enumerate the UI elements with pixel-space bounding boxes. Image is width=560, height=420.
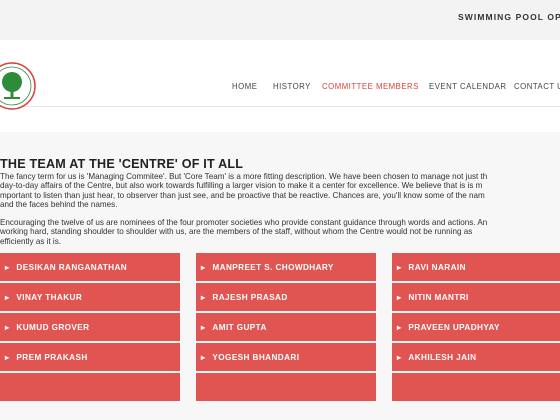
member-name: MANPREET S. CHOWDHARY — [212, 262, 334, 272]
member-tile[interactable]: ▸ PREM PRAKASH — [0, 343, 180, 371]
staff-line: Encouraging the twelve of us are nominee… — [0, 218, 488, 227]
nav-home[interactable]: HOME — [232, 82, 273, 91]
member-name: RAJESH PRASAD — [212, 292, 288, 302]
member-name: PRAVEEN UPADHYAY — [408, 322, 500, 332]
arrow-right-icon: ▸ — [5, 352, 10, 362]
arrow-right-icon: ▸ — [5, 292, 10, 302]
member-tile[interactable]: ▸ NITIN MANTRI — [392, 283, 560, 311]
nav-history[interactable]: HISTORY — [273, 82, 322, 91]
member-tile[interactable]: ▸ RAJESH PRASAD — [196, 283, 376, 311]
arrow-right-icon: ▸ — [201, 352, 206, 362]
member-tile-partial[interactable] — [196, 373, 376, 401]
member-name: KUMUD GROVER — [16, 322, 90, 332]
member-tile[interactable]: ▸ AKHILESH JAIN — [392, 343, 560, 371]
member-name: AKHILESH JAIN — [408, 352, 477, 362]
intro-line: and the faces behind the names. — [0, 200, 118, 210]
member-tile[interactable]: ▸ AMIT GUPTA — [196, 313, 376, 341]
member-tile[interactable]: ▸ YOGESH BHANDARI — [196, 343, 376, 371]
member-tile[interactable]: ▸ PRAVEEN UPADHYAY — [392, 313, 560, 341]
staff-line: efficiently as it is. — [0, 236, 62, 246]
staff-line: working hard, standing shoulder to shoul… — [0, 227, 473, 237]
intro-line: The fancy term for us is 'Managing Commi… — [0, 172, 488, 181]
member-tile-partial[interactable] — [0, 373, 180, 401]
page-heading: THE TEAM AT THE 'CENTRE' OF IT ALL — [0, 157, 244, 171]
arrow-right-icon: ▸ — [201, 322, 206, 332]
nav-event-calendar[interactable]: EVENT CALENDAR — [429, 82, 514, 91]
arrow-right-icon: ▸ — [201, 292, 206, 302]
member-tile[interactable]: ▸ KUMUD GROVER — [0, 313, 180, 341]
intro-paragraph: The fancy term for us is 'Managing Commi… — [0, 172, 487, 210]
nav-committee-members[interactable]: COMMITTEE MEMBERS — [322, 82, 429, 91]
nav-contact[interactable]: CONTACT U — [514, 82, 560, 91]
member-tile[interactable]: ▸ MANPREET S. CHOWDHARY — [196, 253, 376, 281]
header-divider — [0, 106, 560, 107]
arrow-right-icon: ▸ — [397, 292, 402, 302]
top-bar-text[interactable]: SWIMMING POOL OPER — [458, 12, 560, 22]
member-name: AMIT GUPTA — [212, 322, 267, 332]
member-tile[interactable]: ▸ VINAY THAKUR — [0, 283, 180, 311]
main-nav: HOME HISTORY COMMITTEE MEMBERS EVENT CAL… — [232, 82, 560, 91]
arrow-right-icon: ▸ — [201, 262, 206, 272]
arrow-right-icon: ▸ — [397, 322, 402, 332]
member-tile-partial[interactable] — [392, 373, 560, 401]
top-bar: SWIMMING POOL OPER — [0, 0, 560, 40]
member-name: DESIKAN RANGANATHAN — [16, 262, 128, 272]
member-name: YOGESH BHANDARI — [212, 352, 300, 362]
intro-line: mportant to listen than just hear, to ob… — [0, 190, 485, 200]
member-name: NITIN MANTRI — [408, 292, 469, 302]
member-tile[interactable]: ▸ RAVI NARAIN — [392, 253, 560, 281]
member-name: PREM PRAKASH — [16, 352, 88, 362]
member-name: VINAY THAKUR — [16, 292, 83, 302]
intro-line: day-to-day affairs of the Centre, but al… — [0, 181, 483, 191]
member-name: RAVI NARAIN — [408, 262, 466, 272]
arrow-right-icon: ▸ — [397, 262, 402, 272]
staff-paragraph: Encouraging the twelve of us are nominee… — [0, 218, 487, 246]
arrow-right-icon: ▸ — [5, 262, 10, 272]
main-content: THE TEAM AT THE 'CENTRE' OF IT ALL The f… — [0, 132, 560, 420]
member-tile[interactable]: ▸ DESIKAN RANGANATHAN — [0, 253, 180, 281]
site-logo[interactable] — [0, 58, 40, 114]
arrow-right-icon: ▸ — [397, 352, 402, 362]
arrow-right-icon: ▸ — [5, 322, 10, 332]
